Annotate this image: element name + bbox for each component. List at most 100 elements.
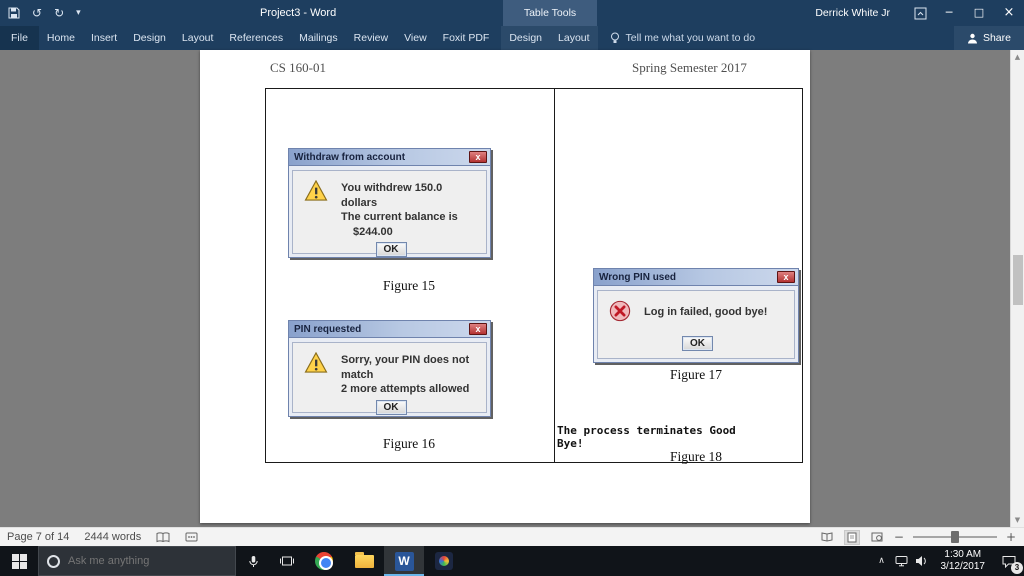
cortana-icon <box>47 555 60 568</box>
macros-icon[interactable] <box>185 532 198 542</box>
zoom-out-button[interactable]: − <box>894 530 904 544</box>
tab-foxit-pdf[interactable]: Foxit PDF <box>435 26 498 50</box>
tray-chevron-icon[interactable]: ∧ <box>872 546 892 576</box>
search-input[interactable] <box>68 555 227 567</box>
tab-file[interactable]: File <box>0 26 39 50</box>
warning-icon <box>304 180 328 201</box>
dialog-titlebar: Wrong PIN used x <box>594 269 798 286</box>
tab-review[interactable]: Review <box>346 26 396 50</box>
start-button[interactable] <box>0 546 38 576</box>
redo-icon[interactable]: ↻ <box>54 0 64 26</box>
error-icon <box>609 300 631 322</box>
dialog-ok-button: OK <box>682 336 713 351</box>
dialog-title: Withdraw from account <box>294 152 405 163</box>
tab-design[interactable]: Design <box>125 26 174 50</box>
tell-me-label: Tell me what you want to do <box>626 32 756 44</box>
dialog-title: PIN requested <box>294 324 361 335</box>
undo-icon[interactable]: ↺ <box>32 0 42 26</box>
figure-18-caption: Figure 18 <box>593 449 799 465</box>
task-view-icon[interactable] <box>270 546 304 576</box>
file-explorer-app-icon[interactable] <box>344 546 384 576</box>
read-mode-icon[interactable] <box>819 530 835 545</box>
chrome-app-icon[interactable] <box>304 546 344 576</box>
titlebar-right: Derrick White Jr ─ □ × <box>815 0 1024 26</box>
tab-table-design[interactable]: Design <box>501 26 550 50</box>
minimize-button[interactable]: ─ <box>934 0 964 26</box>
ribbon-tab-bar: File Home Insert Design Layout Reference… <box>0 26 1024 50</box>
save-icon[interactable] <box>8 7 20 19</box>
action-center-icon[interactable]: 3 <box>994 546 1024 576</box>
taskbar-clock[interactable]: 1:30 AM 3/12/2017 <box>932 549 995 573</box>
word-app-icon[interactable]: W <box>384 546 424 576</box>
dialog-ok-button: OK <box>376 400 407 415</box>
zoom-in-button[interactable]: + <box>1006 530 1016 544</box>
table-tools-tab-group: Design Layout <box>501 26 597 50</box>
figure-withdraw-dialog-image[interactable]: Withdraw from account x You withdrew 150… <box>288 148 491 258</box>
system-tray: ∧ 1:30 AM 3/12/2017 3 <box>872 546 1024 576</box>
figure-15-caption: Figure 15 <box>265 278 553 294</box>
dialog-title: Wrong PIN used <box>599 272 676 283</box>
dialog-close-icon: x <box>469 151 487 163</box>
network-icon[interactable] <box>892 546 912 576</box>
proofing-icon[interactable] <box>156 532 170 543</box>
tab-table-layout[interactable]: Layout <box>550 26 598 50</box>
document-page[interactable]: CS 160-01 Spring Semester 2017 Withdraw … <box>200 50 810 523</box>
microphone-icon[interactable] <box>236 546 270 576</box>
user-name[interactable]: Derrick White Jr <box>815 7 890 19</box>
zoom-slider[interactable] <box>913 536 997 538</box>
scroll-down-icon[interactable]: ▼ <box>1011 513 1024 527</box>
web-layout-icon[interactable] <box>869 530 885 545</box>
share-button[interactable]: Share <box>954 26 1024 50</box>
warning-icon <box>304 352 328 373</box>
zoom-slider-thumb[interactable] <box>951 531 959 543</box>
notification-badge: 3 <box>1011 562 1023 574</box>
tab-insert[interactable]: Insert <box>83 26 125 50</box>
lightbulb-icon <box>610 32 620 44</box>
clock-time: 1:30 AM <box>944 549 981 561</box>
dialog-titlebar: Withdraw from account x <box>289 149 490 166</box>
customize-qat-icon[interactable]: ▾ <box>76 0 81 26</box>
dialog-close-icon: x <box>777 271 795 283</box>
window-title: Project3 - Word <box>260 0 336 26</box>
windows-logo-icon <box>12 554 27 569</box>
dialog-message: Sorry, your PIN does not match 2 more at… <box>341 352 478 397</box>
scroll-up-icon[interactable]: ▲ <box>1011 50 1024 64</box>
vertical-scrollbar[interactable]: ▲ ▼ <box>1010 50 1024 527</box>
dialog-body: You withdrew 150.0 dollars The current b… <box>289 167 490 257</box>
maximize-button[interactable]: □ <box>964 0 994 26</box>
media-app-icon[interactable] <box>424 546 464 576</box>
tab-home[interactable]: Home <box>39 26 83 50</box>
titlebar: ↺ ↻ ▾ Project3 - Word Table Tools Derric… <box>0 0 1024 26</box>
print-layout-icon[interactable] <box>844 530 860 545</box>
close-button[interactable]: × <box>994 0 1024 26</box>
page-header-left: CS 160-01 <box>270 60 326 76</box>
tab-view[interactable]: View <box>396 26 435 50</box>
dialog-message: Log in failed, good bye! <box>644 300 767 320</box>
document-area: CS 160-01 Spring Semester 2017 Withdraw … <box>0 50 1024 527</box>
taskbar: W ∧ 1:30 AM 3/12/2017 3 <box>0 546 1024 576</box>
dialog-body: Sorry, your PIN does not match 2 more at… <box>289 339 490 416</box>
table-tools-label: Table Tools <box>503 0 597 26</box>
scrollbar-thumb[interactable] <box>1013 255 1023 305</box>
word-count[interactable]: 2444 words <box>84 531 141 543</box>
status-bar: Page 7 of 14 2444 words − + <box>0 527 1024 546</box>
dialog-ok-button: OK <box>376 242 407 257</box>
tab-layout[interactable]: Layout <box>174 26 222 50</box>
table-column-divider <box>554 89 555 462</box>
figure-16-caption: Figure 16 <box>265 436 553 452</box>
figure-wrong-pin-dialog-image[interactable]: Wrong PIN used x Log in failed, good bye… <box>593 268 799 363</box>
volume-icon[interactable] <box>912 546 932 576</box>
dialog-message: You withdrew 150.0 dollars The current b… <box>341 180 478 239</box>
ribbon-display-options-icon[interactable] <box>906 0 934 26</box>
tab-references[interactable]: References <box>221 26 291 50</box>
clock-date: 3/12/2017 <box>941 561 986 573</box>
page-indicator[interactable]: Page 7 of 14 <box>7 531 69 543</box>
tab-mailings[interactable]: Mailings <box>291 26 346 50</box>
quick-access-toolbar: ↺ ↻ ▾ <box>8 0 81 26</box>
cortana-search-box[interactable] <box>38 546 236 576</box>
dialog-body: Log in failed, good bye! OK <box>594 287 798 362</box>
page-header-right: Spring Semester 2017 <box>632 60 747 76</box>
figure-pin-dialog-image[interactable]: PIN requested x Sorry, your PIN does not… <box>288 320 491 417</box>
tell-me-box[interactable]: Tell me what you want to do <box>610 26 756 50</box>
dialog-titlebar: PIN requested x <box>289 321 490 338</box>
